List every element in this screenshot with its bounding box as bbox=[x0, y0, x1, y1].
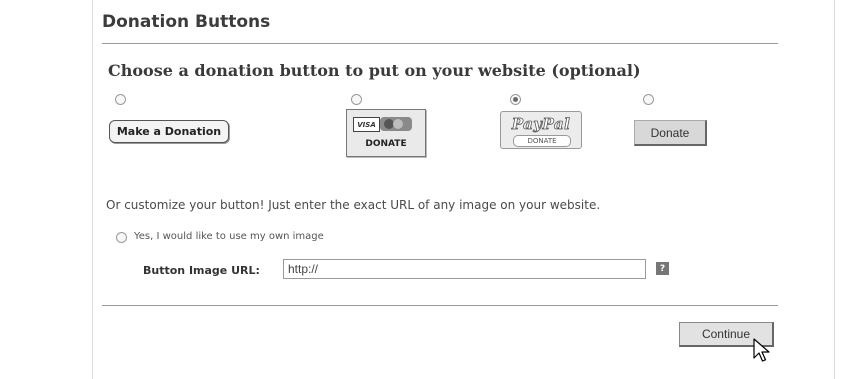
section-title: Donation Buttons bbox=[102, 12, 271, 32]
visa-donate-button[interactable]: VISA DONATE bbox=[346, 109, 426, 157]
choose-heading: Choose a donation button to put on your … bbox=[108, 61, 641, 80]
radio-own-image[interactable] bbox=[116, 232, 127, 243]
make-a-donation-button[interactable]: Make a Donation bbox=[109, 120, 229, 143]
title-divider bbox=[102, 43, 778, 44]
radio-plain-donate[interactable] bbox=[643, 94, 654, 105]
panel-right-border bbox=[834, 0, 835, 379]
panel-left-border bbox=[92, 0, 93, 379]
arrow-pointer-icon bbox=[753, 338, 770, 362]
plain-donate-button[interactable]: Donate bbox=[634, 120, 707, 146]
visa-card-icon: VISA bbox=[353, 117, 380, 132]
help-icon[interactable]: ? bbox=[656, 262, 669, 275]
radio-make-a-donation[interactable] bbox=[115, 94, 126, 105]
bottom-divider bbox=[102, 305, 778, 306]
radio-visa-donate[interactable] bbox=[351, 94, 362, 105]
visa-donate-label: DONATE bbox=[365, 139, 407, 149]
customize-instructions: Or customize your button! Just enter the… bbox=[106, 198, 601, 212]
paypal-donate-label: DONATE bbox=[513, 135, 571, 147]
paypal-donate-button[interactable]: PayPal DONATE bbox=[500, 111, 582, 149]
paypal-logo: PayPal bbox=[511, 115, 571, 134]
button-image-url-input[interactable] bbox=[283, 259, 646, 279]
own-image-label: Yes, I would like to use my own image bbox=[134, 231, 324, 242]
mastercard-icon bbox=[380, 117, 412, 131]
button-image-url-label: Button Image URL: bbox=[143, 264, 260, 277]
radio-paypal-donate[interactable] bbox=[510, 94, 521, 105]
